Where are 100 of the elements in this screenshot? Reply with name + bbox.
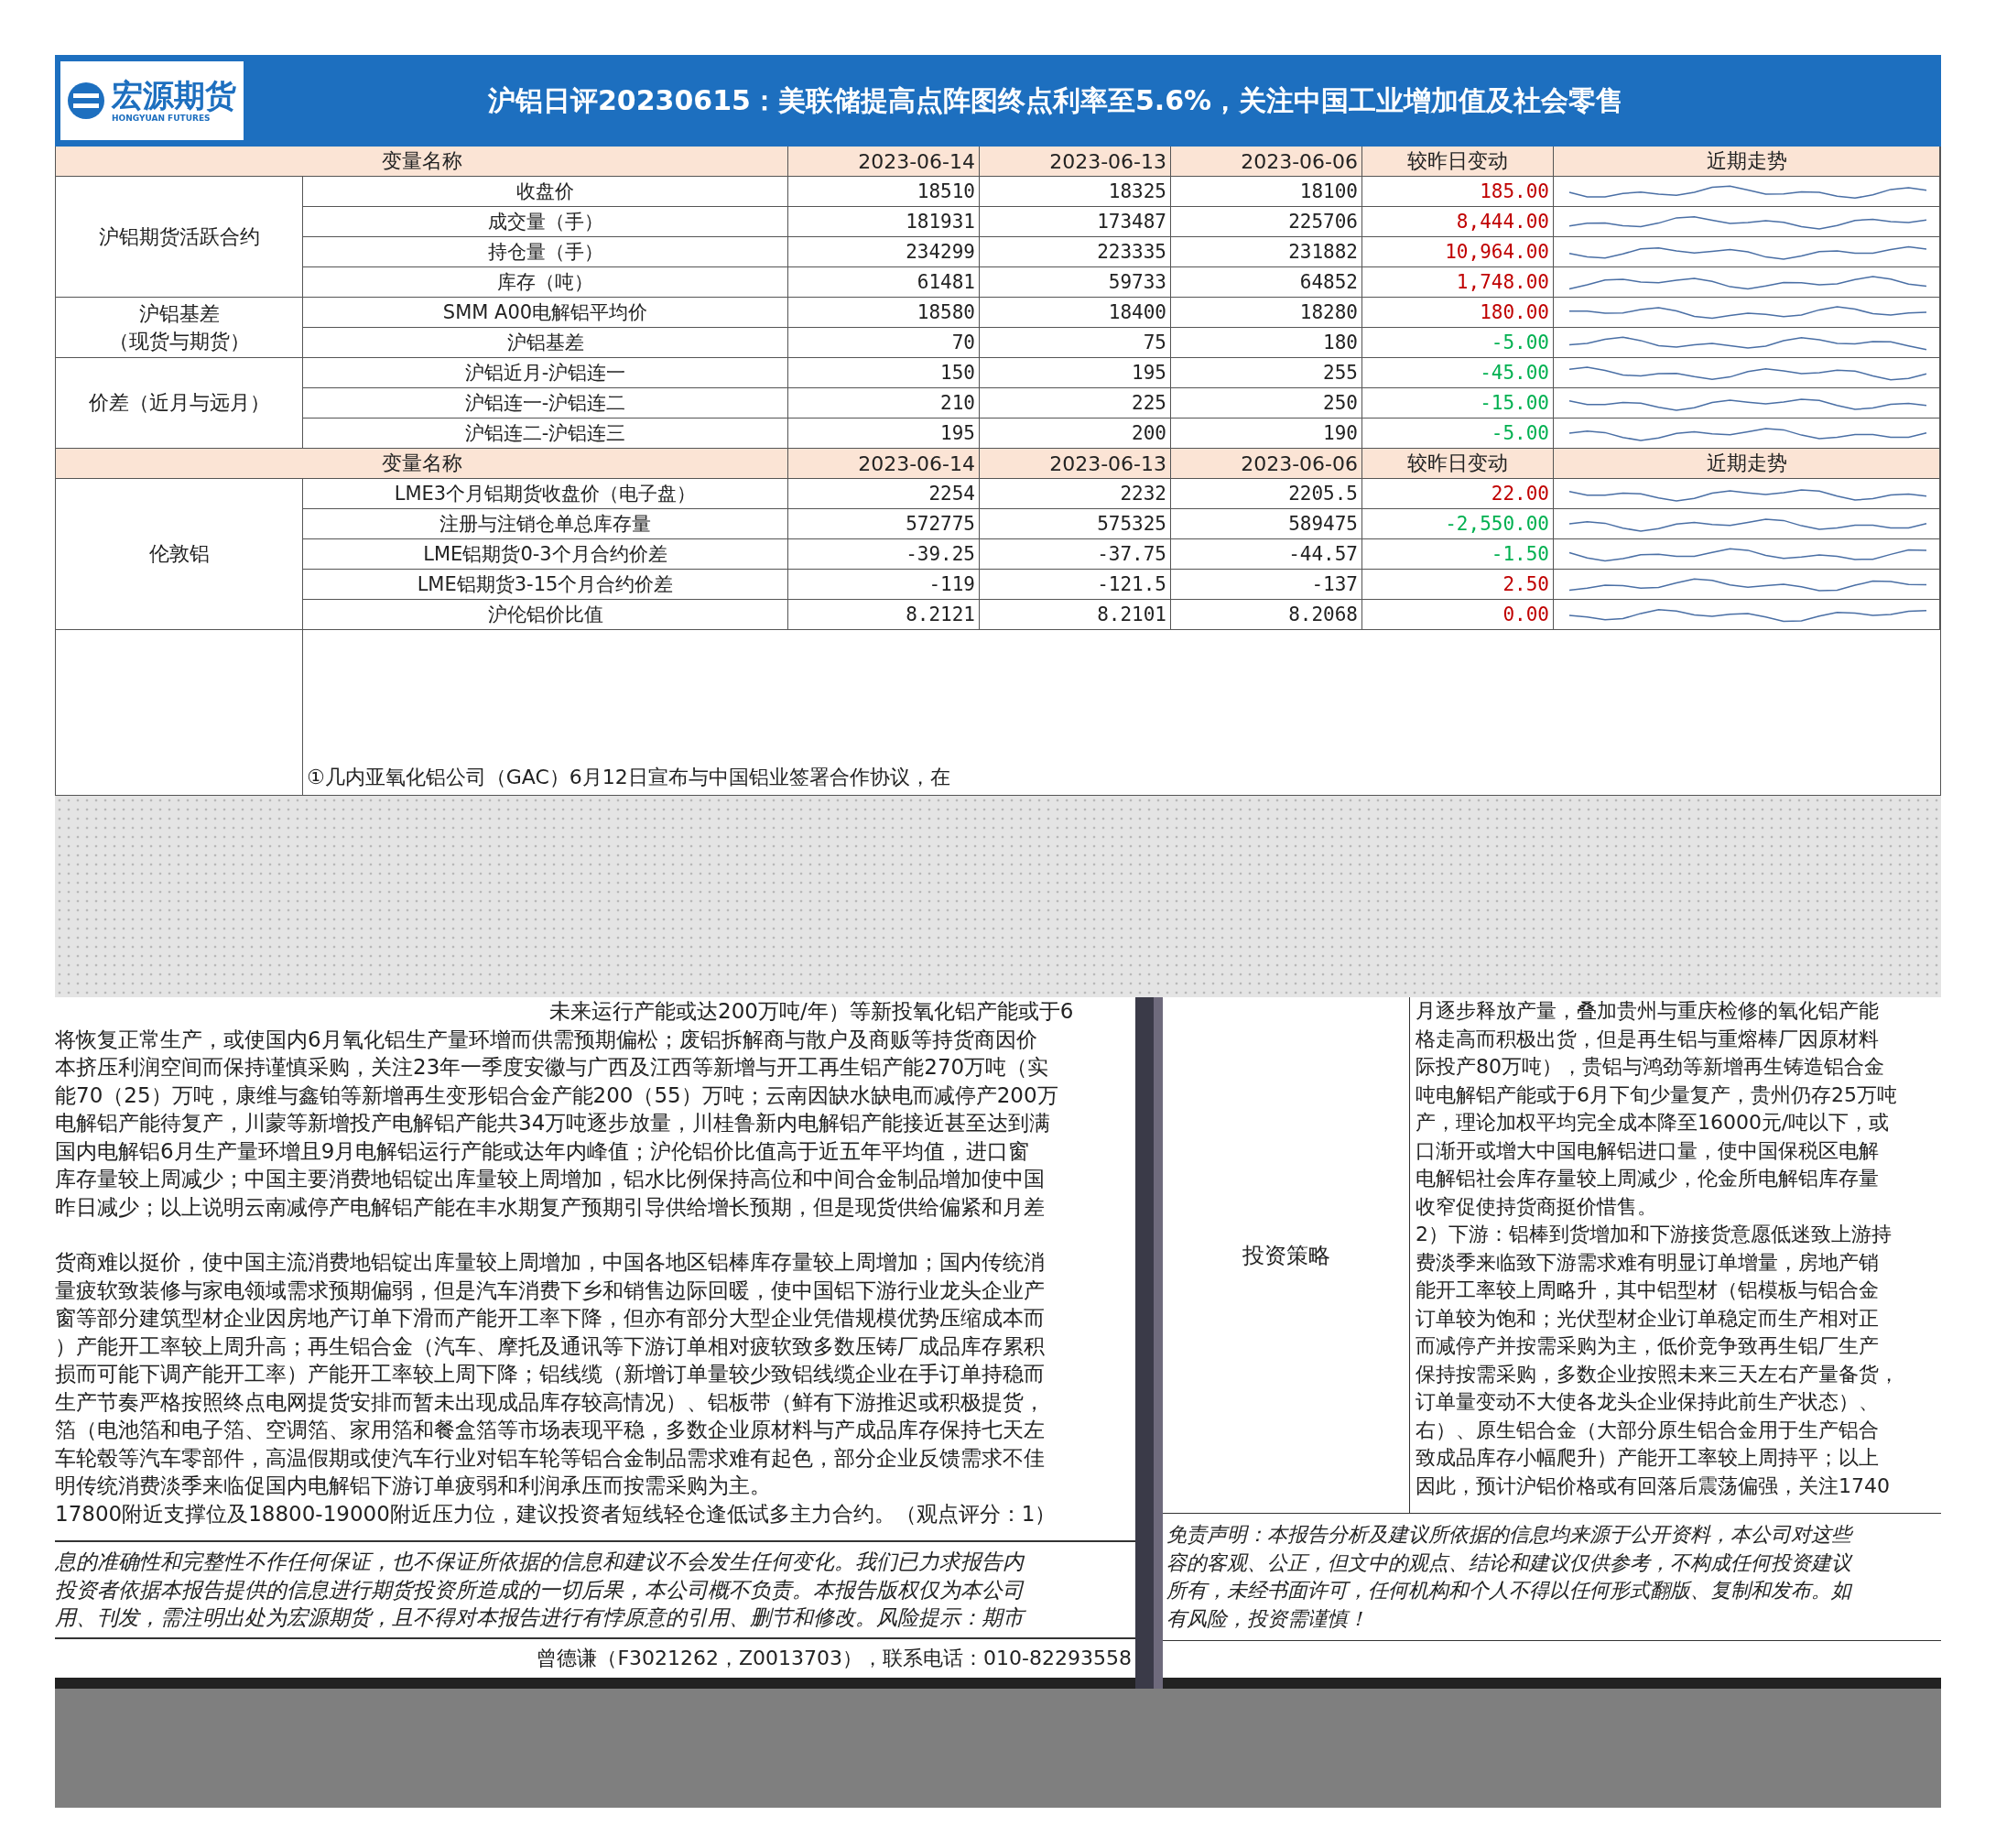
text-line: 因此，预计沪铝价格或有回落后震荡偏强，关注1740 (1416, 1473, 1891, 1499)
table-cell: 1,748.00 (1362, 267, 1554, 298)
table-cell: 255 (1171, 358, 1362, 388)
table-cell: 575325 (980, 509, 1171, 539)
column-header: 较昨日变动 (1362, 449, 1554, 479)
row-group-label: 沪铝基差 (138, 300, 220, 327)
table-cell: 18280 (1171, 298, 1362, 328)
table-cell: SMM A00电解铝平均价 (303, 298, 788, 328)
column-header: 较昨日变动 (1362, 147, 1554, 177)
report-title: 沪铝日评20230615：美联储提高点阵图终点利率至5.6%，关注中国工业增加值及社会零售 (486, 82, 1625, 118)
text-line: 窗等部分建筑型材企业因房地产订单下滑而产能开工率下降，但亦有部分大型企业凭借规模优势压缩成本而 (55, 1305, 1046, 1332)
row-group-label: 价差（近月与远月） (88, 390, 270, 416)
text-line: 口渐开或增大中国电解铝进口量，使中国保税区电解 (1416, 1137, 1880, 1164)
table-cell: 250 (1171, 388, 1362, 419)
table-cell: -5.00 (1362, 328, 1554, 358)
text-line: 损而可能下调产能开工率）产能开工率较上周下降；铝线缆（新增订单量较少致铝线缆企业在手订单持稳而 (55, 1361, 1046, 1387)
table-cell: 沪伦铝价比值 (303, 600, 788, 630)
table-cell: 2205.5 (1171, 479, 1362, 509)
text-line: 产，理论加权平均完全成本降至16000元/吨以下，或 (1416, 1110, 1891, 1136)
commentary-text: ①几内亚氧化铝公司（GAC）6月12日宣布与中国铝业签署合作协议，在 (306, 765, 951, 790)
table-cell: 沪铝基差 (303, 328, 788, 358)
table-cell: -1.50 (1362, 539, 1554, 570)
table-cell: 70 (788, 328, 980, 358)
column-header: 变量名称 (56, 147, 788, 177)
table-cell: 注册与注销仓单总库存量 (303, 509, 788, 539)
table-cell: 223335 (980, 237, 1171, 267)
text-line: 吨电解铝产能或于6月下旬少量复产，贵州仍存25万吨 (1416, 1082, 1898, 1108)
table-cell: 8.2068 (1171, 600, 1362, 630)
text-line: 本挤压利润空间而保持谨慎采购，关注23年一季度安徽与广西及江西等新增与开工再生铝产能270万吨（实 (55, 1054, 1050, 1081)
table-cell: 2254 (788, 479, 980, 509)
table-cell: 收盘价 (303, 177, 788, 207)
text-line: 量疲软致装修与家电领域需求预期偏弱，但是汽车消费下乡和销售边际回暖，使中国铝下游行业龙头企业产 (55, 1277, 1046, 1304)
row-group-label: 伦敦铝 (148, 541, 210, 567)
table-cell: 180.00 (1362, 298, 1554, 328)
text-line: 昨日减少；以上说明云南减停产电解铝产能在丰水期复产预期引导供给增长预期，但是现货供给偏紧和月差 (55, 1193, 1046, 1221)
table-cell: -15.00 (1362, 388, 1554, 419)
column-header: 2023-06-14 (788, 147, 980, 177)
text-line: 车轮毂等汽车零部件，高温假期或使汽车行业对铝车轮等铝合金制品需求难有起色，部分企业反馈需求不佳 (55, 1444, 1046, 1472)
table-cell: 2232 (980, 479, 1171, 509)
text-line: 收窄促使持货商挺价惜售。 (1416, 1193, 1658, 1220)
row-label: 投资策略 (1163, 997, 1410, 1513)
text-line: ）产能开工率较上周升高；再生铝合金（汽车、摩托及通讯等下游订单相对疲软致多数压铸厂成品库存累积 (55, 1332, 1046, 1360)
text-line: 电解铝社会库存量较上周减少，伦金所电解铝库存量 (1416, 1166, 1880, 1191)
table-cell: LME铝期货3-15个月合约价差 (303, 570, 788, 600)
text-line: 费淡季来临致下游需求难有明显订单增量，房地产销 (1416, 1249, 1880, 1276)
text-line: 月逐步释放产量，叠加贵州与重庆检修的氧化铝产能 (1416, 998, 1880, 1024)
disclaimer-line: 免责声明：本报告分析及建议所依据的信息均来源于公开资料，本公司对这些 (1166, 1522, 1854, 1548)
disclaimer-line: 用、刊发，需注明出处为宏源期货，且不得对本报告进行有悖原意的引用、删节和修改。风险提示：期市 (55, 1603, 1135, 1632)
table-cell: 181931 (788, 207, 980, 237)
table-cell: 234299 (788, 237, 980, 267)
table-cell: 8.2121 (788, 600, 980, 630)
table-cell: 18400 (980, 298, 1171, 328)
column-header: 近期走势 (1554, 147, 1940, 177)
text-line: 订单量变动不大使各龙头企业保持此前生产状态）、 (1416, 1389, 1880, 1415)
disclaimer-line: 投资者依据本报告提供的信息进行期货投资所造成的一切后果，本公司概不负责。本报告版权仅为本公司 (55, 1576, 1025, 1603)
table-cell: 持仓量（手） (303, 237, 788, 267)
table-cell: -121.5 (980, 570, 1171, 600)
text-line: 际投产80万吨），贵铝与鸿劲等新增再生铸造铝合金 (1416, 1054, 1885, 1080)
table-cell: 8,444.00 (1362, 207, 1554, 237)
table-cell: 150 (788, 358, 980, 388)
table-cell: 22.00 (1362, 479, 1554, 509)
text-line: 致成品库存小幅爬升）产能开工率较上周持平；以上 (1416, 1445, 1880, 1471)
disclaimer-line: 所有，未经书面许可，任何机构和个人不得以任何形式翻版、复制和发布。如 (1166, 1578, 1853, 1603)
disclaimer-line: 有风险，投资需谨慎！ (1166, 1605, 1369, 1632)
column-header: 2023-06-14 (788, 449, 980, 479)
text-line: 格走高而积极出货，但是再生铝与重熔棒厂因原材料 (1416, 1026, 1880, 1052)
table-cell: 173487 (980, 207, 1171, 237)
table-cell: 195 (980, 358, 1171, 388)
table-cell: 589475 (1171, 509, 1362, 539)
table-cell: 0.00 (1362, 600, 1554, 630)
table-cell: -44.57 (1171, 539, 1362, 570)
table-cell: 成交量（手） (303, 207, 788, 237)
table-cell: LME3个月铝期货收盘价（电子盘） (303, 479, 788, 509)
table-cell: 2.50 (1362, 570, 1554, 600)
text-line: 能70（25）万吨，康维与鑫铂等新增再生变形铝合金产能200（55）万吨；云南因缺水缺电而减停产200万 (55, 1082, 1059, 1109)
text-line: 明传统消费淡季来临促国内电解铝下游订单疲弱和利润承压而按需采购为主。 (55, 1473, 772, 1499)
table-cell: -37.75 (980, 539, 1171, 570)
table-cell: 180 (1171, 328, 1362, 358)
logo-text: 宏源期货 (112, 79, 236, 114)
text-line: 国内电解铝6月生产量环增且9月电解铝运行产能或达年内峰值；沪伦铝价比值高于近五年平均值，进口窗 (55, 1137, 1031, 1165)
column-header: 2023-06-13 (980, 449, 1171, 479)
text-line: 2）下游：铝棒到货增加和下游接货意愿低迷致上游持 (1416, 1222, 1893, 1247)
disclaimer-line: 息的准确性和完整性不作任何保证，也不保证所依据的信息和建议不会发生任何变化。我们已力求报告内 (55, 1549, 1025, 1575)
table-cell: 沪铝连一-沪铝连二 (303, 388, 788, 419)
column-header: 2023-06-06 (1171, 147, 1362, 177)
table-cell: 18580 (788, 298, 980, 328)
table-cell: -45.00 (1362, 358, 1554, 388)
text-line: 箔（电池箔和电子箔、空调箔、家用箔和餐盒箔等市场表现平稳，多数企业原材料与产成品库存保持七天左 (55, 1417, 1046, 1443)
table-cell: 库存（吨） (303, 267, 788, 298)
logo-subtitle: HONGYUAN FUTURES (112, 113, 211, 123)
table-cell: 185.00 (1362, 177, 1554, 207)
table-cell: 231882 (1171, 237, 1362, 267)
text-line: 能开工率较上周略升，其中铝型材（铝模板与铝合金 (1416, 1277, 1880, 1303)
table-cell: LME铝期货0-3个月合约价差 (303, 539, 788, 570)
column-header: 近期走势 (1554, 449, 1940, 479)
text-line: 将恢复正常生产，或使国内6月氧化铝生产量环增而供需预期偏松；废铝拆解商与散户及商贩等持货商因价 (55, 1026, 1038, 1053)
text-line: 保持按需采购，多数企业按照未来三天左右产量备货， (1416, 1361, 1900, 1387)
text-line: 电解铝产能待复产，川蒙等新增投产电解铝产能共34万吨逐步放量，川桂鲁新内电解铝产能接近甚至达到满 (55, 1110, 1052, 1136)
text-line: 而减停产并按需采购为主，低价竞争致再生铝厂生产 (1416, 1333, 1880, 1359)
table-cell: 沪铝近月-沪铝连一 (303, 358, 788, 388)
